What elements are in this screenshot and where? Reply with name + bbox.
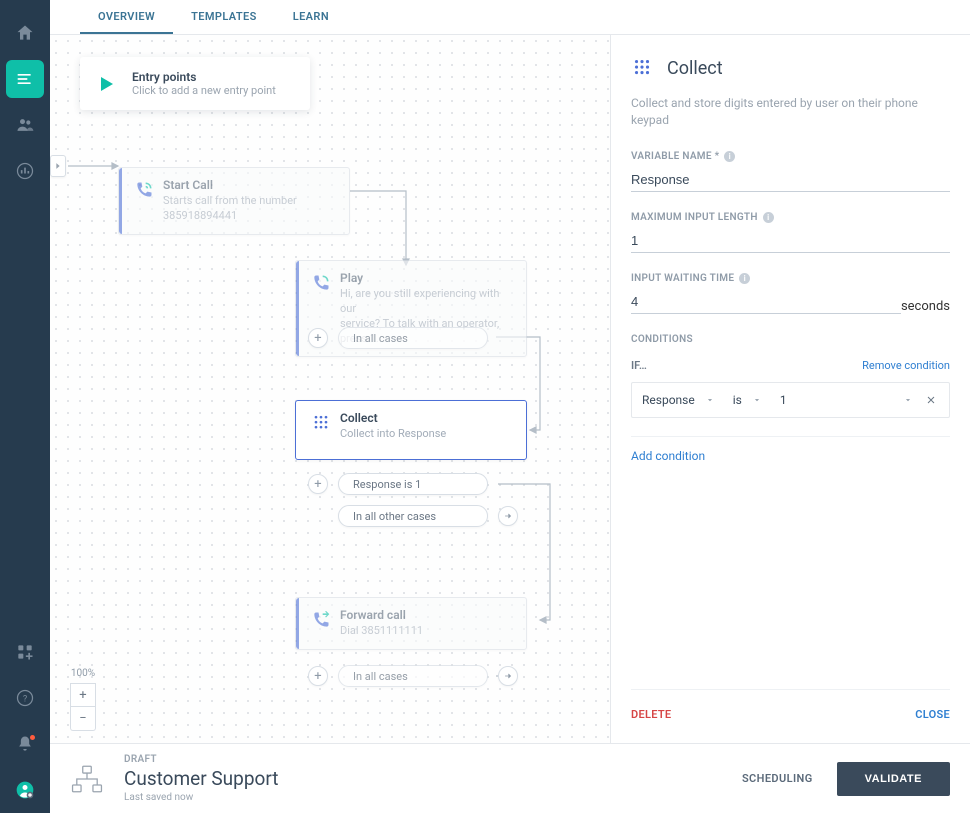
input-waiting-time-input[interactable] bbox=[631, 290, 901, 314]
close-icon bbox=[925, 394, 937, 406]
people-icon bbox=[15, 115, 35, 135]
entry-connector-stub[interactable] bbox=[50, 155, 66, 177]
validate-button[interactable]: VALIDATE bbox=[837, 762, 950, 796]
add-condition-link[interactable]: Add condition bbox=[631, 436, 950, 463]
tab-overview[interactable]: OVERVIEW bbox=[80, 0, 173, 34]
left-nav-rail: ? bbox=[0, 0, 50, 813]
input-waiting-time-label: INPUT WAITING TIMEi bbox=[631, 273, 950, 284]
add-branch-button[interactable]: + bbox=[308, 474, 328, 494]
flow-name: Customer Support bbox=[124, 767, 742, 790]
zoom-out-button[interactable]: − bbox=[70, 707, 96, 731]
flow-icon bbox=[15, 69, 35, 89]
entry-sub: Click to add a new entry point bbox=[132, 84, 276, 97]
top-tabs: OVERVIEW TEMPLATES LEARN bbox=[50, 0, 970, 35]
node-title: Start Call bbox=[163, 178, 337, 192]
account-icon bbox=[15, 780, 35, 800]
pill-in-all-cases[interactable]: In all cases bbox=[338, 327, 488, 349]
call-start-icon bbox=[134, 180, 154, 200]
node-sub: Starts call from the number385918894441 bbox=[163, 194, 337, 224]
node-forward-pills: + In all cases bbox=[308, 665, 518, 687]
scheduling-button[interactable]: SCHEDULING bbox=[742, 772, 813, 785]
node-title: Forward call bbox=[340, 608, 514, 622]
waiting-time-unit: seconds bbox=[901, 299, 950, 314]
add-branch-button[interactable]: + bbox=[308, 666, 328, 686]
node-start-call[interactable]: Start Call Starts call from the number38… bbox=[118, 167, 350, 235]
node-collect-pills-2: In all other cases bbox=[338, 505, 518, 527]
nav-notifications[interactable] bbox=[6, 725, 44, 763]
arrow-right-icon bbox=[503, 511, 513, 521]
notification-dot bbox=[30, 735, 35, 740]
zoom-percent: 100% bbox=[70, 668, 96, 679]
continue-button[interactable] bbox=[498, 506, 518, 526]
panel-description: Collect and store digits entered by user… bbox=[631, 95, 950, 129]
pill-in-all-other-cases[interactable]: In all other cases bbox=[338, 505, 488, 527]
chevron-down-icon bbox=[752, 395, 762, 405]
chevron-down-icon bbox=[705, 395, 715, 405]
node-title: Play bbox=[340, 271, 514, 285]
dialpad-icon bbox=[311, 413, 331, 433]
conditions-label: CONDITIONS bbox=[631, 334, 950, 345]
arrow-right-icon bbox=[503, 671, 513, 681]
condition-value-select[interactable]: 1 bbox=[780, 393, 913, 407]
play-icon bbox=[94, 72, 118, 96]
node-collect[interactable]: Collect Collect into Response bbox=[295, 400, 527, 460]
max-input-length-label: MAXIMUM INPUT LENGTHi bbox=[631, 212, 950, 223]
svg-text:?: ? bbox=[23, 694, 27, 704]
tab-learn[interactable]: LEARN bbox=[275, 0, 347, 34]
flow-canvas[interactable]: Entry points Click to add a new entry po… bbox=[50, 35, 610, 743]
node-sub: Dial 3851111111 bbox=[340, 624, 514, 639]
condition-variable-select[interactable]: Response bbox=[642, 393, 715, 407]
properties-panel: Collect Collect and store digits entered… bbox=[610, 35, 970, 743]
tab-templates[interactable]: TEMPLATES bbox=[173, 0, 275, 34]
close-button[interactable]: CLOSE bbox=[915, 708, 950, 721]
flow-chart-icon bbox=[70, 764, 104, 794]
variable-name-label: VARIABLE NAME *i bbox=[631, 151, 950, 162]
info-icon[interactable]: i bbox=[739, 273, 750, 284]
entry-title: Entry points bbox=[132, 70, 276, 84]
flow-saved: Last saved now bbox=[124, 792, 742, 803]
nav-people[interactable] bbox=[6, 106, 44, 144]
info-icon[interactable]: i bbox=[724, 151, 735, 162]
node-play-pills: + In all cases bbox=[308, 327, 488, 349]
delete-button[interactable]: DELETE bbox=[631, 708, 671, 721]
analytics-icon bbox=[15, 161, 35, 181]
max-input-length-input[interactable] bbox=[631, 229, 950, 253]
pill-in-all-cases[interactable]: In all cases bbox=[338, 665, 488, 687]
if-label: IF… bbox=[631, 359, 647, 372]
info-icon[interactable]: i bbox=[763, 212, 774, 223]
flow-status: DRAFT bbox=[124, 754, 742, 765]
panel-title: Collect bbox=[667, 58, 723, 79]
chevron-down-icon bbox=[903, 395, 913, 405]
continue-button[interactable] bbox=[498, 666, 518, 686]
node-title: Collect bbox=[340, 411, 514, 425]
pill-response-is-1[interactable]: Response is 1 bbox=[338, 473, 488, 495]
node-collect-pills-1: + Response is 1 bbox=[308, 473, 488, 495]
nav-analytics[interactable] bbox=[6, 152, 44, 190]
remove-condition-button[interactable] bbox=[923, 394, 939, 406]
nav-apps[interactable] bbox=[6, 633, 44, 671]
node-sub: Collect into Response bbox=[340, 427, 514, 442]
nav-account[interactable] bbox=[6, 771, 44, 809]
apps-icon bbox=[15, 642, 35, 662]
arrow-right-icon bbox=[53, 161, 63, 171]
add-branch-button[interactable]: + bbox=[308, 328, 328, 348]
home-icon bbox=[15, 23, 35, 43]
remove-condition-link[interactable]: Remove condition bbox=[862, 359, 950, 372]
condition-row: Response is 1 bbox=[631, 382, 950, 418]
condition-operator-select[interactable]: is bbox=[733, 393, 762, 407]
call-play-icon bbox=[311, 273, 331, 293]
node-forward-call[interactable]: Forward call Dial 3851111111 bbox=[295, 597, 527, 650]
nav-flow[interactable] bbox=[6, 60, 44, 98]
zoom-in-button[interactable]: + bbox=[70, 683, 96, 707]
nav-home[interactable] bbox=[6, 14, 44, 52]
help-icon: ? bbox=[15, 688, 35, 708]
zoom-control: 100% + − bbox=[70, 668, 96, 731]
nav-help[interactable]: ? bbox=[6, 679, 44, 717]
call-forward-icon bbox=[311, 610, 331, 630]
entry-points-card[interactable]: Entry points Click to add a new entry po… bbox=[80, 57, 310, 110]
dialpad-icon bbox=[631, 57, 653, 79]
footer-bar: DRAFT Customer Support Last saved now SC… bbox=[50, 743, 970, 813]
variable-name-input[interactable] bbox=[631, 168, 950, 192]
